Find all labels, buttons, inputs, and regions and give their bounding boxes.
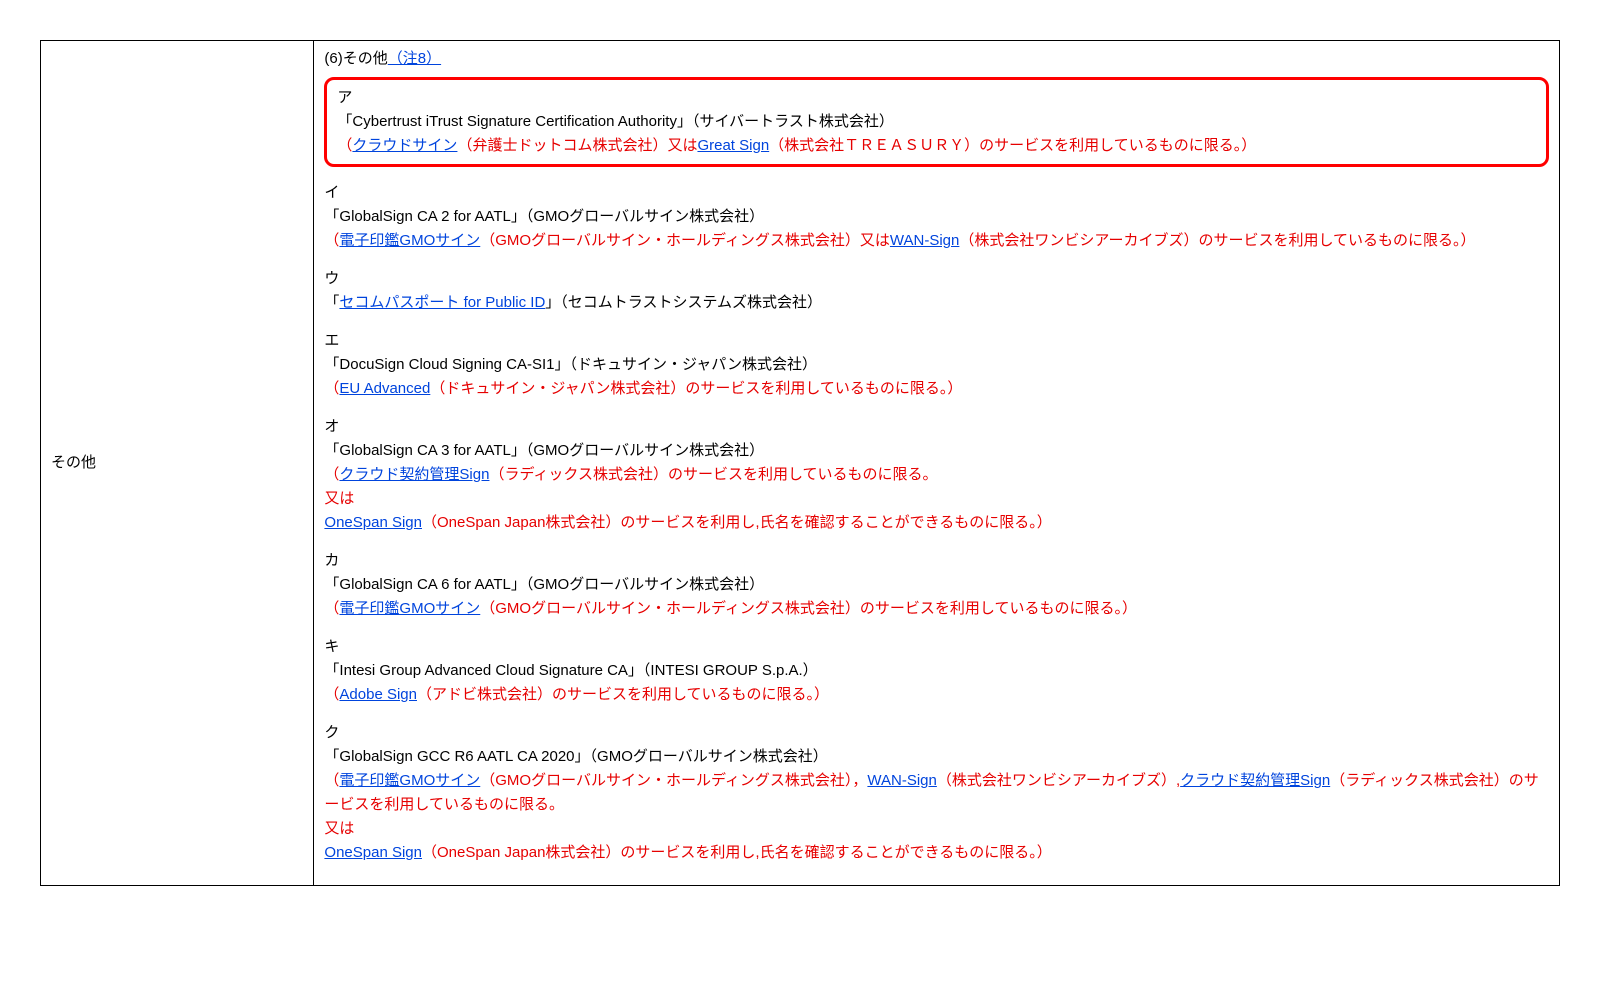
text-run: （: [324, 232, 339, 249]
left-label: その他: [51, 454, 96, 471]
item-section: キ「Intesi Group Advanced Cloud Signature …: [324, 635, 1549, 707]
item-title: 「セコムパスポート for Public ID」（セコムトラストシステムズ株式会…: [324, 291, 1549, 315]
doc-link[interactable]: WAN-Sign: [867, 772, 936, 789]
item-key: ア: [337, 86, 1536, 110]
top-line: (6)その他（注8）: [324, 47, 1549, 71]
text-run: （GMOグローバルサイン・ホールディングス株式会社）のサービスを利用しているもの…: [480, 600, 1137, 617]
top-line-prefix: (6)その他: [324, 50, 387, 67]
item-title: 「Cybertrust iTrust Signature Certificati…: [337, 110, 1536, 134]
text-run: （: [324, 686, 339, 703]
doc-link[interactable]: クラウド契約管理Sign: [339, 466, 489, 483]
item-title: 「GlobalSign CA 6 for AATL」（GMOグローバルサイン株式…: [324, 573, 1549, 597]
item-section: ア「Cybertrust iTrust Signature Certificat…: [324, 77, 1549, 167]
text-run: （株式会社ＴＲＥＡＳＵＲＹ）のサービスを利用しているものに限る。）: [769, 137, 1256, 154]
item-key: オ: [324, 415, 1549, 439]
doc-link[interactable]: セコムパスポート for Public ID: [339, 294, 545, 311]
doc-link[interactable]: Adobe Sign: [339, 686, 417, 703]
text-run: （OneSpan Japan株式会社）のサービスを利用し,氏名を確認することがで…: [422, 844, 1052, 861]
item-note: （Adobe Sign（アドビ株式会社）のサービスを利用しているものに限る。）: [324, 683, 1549, 707]
text-run: （株式会社ワンビシアーカイブズ）,: [937, 772, 1180, 789]
item-note: （EU Advanced（ドキュサイン・ジャパン株式会社）のサービスを利用してい…: [324, 377, 1549, 401]
text-run: （: [324, 772, 339, 789]
item-title: 「DocuSign Cloud Signing CA-SI1」（ドキュサイン・ジ…: [324, 353, 1549, 377]
doc-link[interactable]: OneSpan Sign: [324, 514, 422, 531]
text-run: （: [324, 600, 339, 617]
item-note: （電子印鑑GMOサイン（GMOグローバルサイン・ホールディングス株式会社），WA…: [324, 769, 1549, 865]
text-run: 又は: [324, 820, 354, 837]
item-title: 「GlobalSign CA 3 for AATL」（GMOグローバルサイン株式…: [324, 439, 1549, 463]
doc-link[interactable]: 電子印鑑GMOサイン: [339, 232, 480, 249]
item-section: エ「DocuSign Cloud Signing CA-SI1」（ドキュサイン・…: [324, 329, 1549, 401]
doc-link[interactable]: クラウドサイン: [352, 137, 457, 154]
item-section: カ「GlobalSign CA 6 for AATL」（GMOグローバルサイン株…: [324, 549, 1549, 621]
item-note: （電子印鑑GMOサイン（GMOグローバルサイン・ホールディングス株式会社）のサー…: [324, 597, 1549, 621]
item-key: キ: [324, 635, 1549, 659]
right-cell: (6)その他（注8） ア「Cybertrust iTrust Signature …: [314, 41, 1560, 886]
doc-link[interactable]: EU Advanced: [339, 380, 430, 397]
item-key: ウ: [324, 267, 1549, 291]
item-title: 「GlobalSign CA 2 for AATL」（GMOグローバルサイン株式…: [324, 205, 1549, 229]
text-run: （弁護士ドットコム株式会社）又は: [457, 137, 697, 154]
text-run: （株式会社ワンビシアーカイブズ）のサービスを利用しているものに限る。）: [959, 232, 1475, 249]
doc-link[interactable]: OneSpan Sign: [324, 844, 422, 861]
text-run: （アドビ株式会社）のサービスを利用しているものに限る。）: [417, 686, 829, 703]
text-run: （GMOグローバルサイン・ホールディングス株式会社），: [480, 772, 867, 789]
item-section: ク「GlobalSign GCC R6 AATL CA 2020」（GMOグロー…: [324, 721, 1549, 865]
item-note: （クラウドサイン（弁護士ドットコム株式会社）又はGreat Sign（株式会社Ｔ…: [337, 134, 1536, 158]
doc-link[interactable]: 電子印鑑GMOサイン: [339, 772, 480, 789]
item-section: ウ「セコムパスポート for Public ID」（セコムトラストシステムズ株式…: [324, 267, 1549, 315]
doc-link[interactable]: WAN-Sign: [890, 232, 959, 249]
text-run: 又は: [324, 490, 354, 507]
item-key: エ: [324, 329, 1549, 353]
item-key: ク: [324, 721, 1549, 745]
doc-link[interactable]: Great Sign: [697, 137, 769, 154]
item-key: カ: [324, 549, 1549, 573]
text-run: （: [324, 466, 339, 483]
item-key: イ: [324, 181, 1549, 205]
item-note: （電子印鑑GMOサイン（GMOグローバルサイン・ホールディングス株式会社）又はW…: [324, 229, 1549, 253]
item-section: イ「GlobalSign CA 2 for AATL」（GMOグローバルサイン株…: [324, 181, 1549, 253]
text-run: （: [324, 380, 339, 397]
item-title: 「Intesi Group Advanced Cloud Signature C…: [324, 659, 1549, 683]
note-link[interactable]: （注8）: [388, 50, 441, 67]
text-run: 」（セコムトラストシステムズ株式会社）: [545, 294, 822, 311]
item-title: 「GlobalSign GCC R6 AATL CA 2020」（GMOグローバ…: [324, 745, 1549, 769]
item-note: （クラウド契約管理Sign（ラディックス株式会社）のサービスを利用しているものに…: [324, 463, 1549, 535]
text-run: （GMOグローバルサイン・ホールディングス株式会社）又は: [480, 232, 890, 249]
text-run: （OneSpan Japan株式会社）のサービスを利用し,氏名を確認することがで…: [422, 514, 1052, 531]
item-section: オ「GlobalSign CA 3 for AATL」（GMOグローバルサイン株…: [324, 415, 1549, 535]
doc-link[interactable]: クラウド契約管理Sign: [1180, 772, 1330, 789]
doc-link[interactable]: 電子印鑑GMOサイン: [339, 600, 480, 617]
text-run: （ラディックス株式会社）のサービスを利用しているものに限る。: [489, 466, 937, 483]
document-table: その他 (6)その他（注8） ア「Cybertrust iTrust Signat…: [40, 40, 1560, 886]
text-run: （: [337, 137, 352, 154]
text-run: 「: [324, 294, 339, 311]
text-run: （ドキュサイン・ジャパン株式会社）のサービスを利用しているものに限る。）: [430, 380, 962, 397]
left-cell: その他: [41, 41, 314, 886]
